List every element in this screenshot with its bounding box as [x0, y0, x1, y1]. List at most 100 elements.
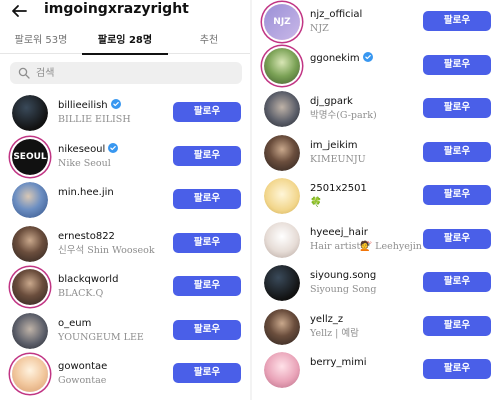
following-row[interactable]: yellz_z Yellz | 예람 팔로우: [252, 307, 500, 347]
account-display-name: BILLIE EILISH: [58, 114, 131, 125]
avatar[interactable]: [264, 178, 300, 214]
follow-button[interactable]: 팔로우: [423, 272, 491, 292]
following-row[interactable]: 2501x2501 🍀 팔로우: [252, 176, 500, 216]
follow-button[interactable]: 팔로우: [173, 232, 241, 253]
following-row[interactable]: o_eum YOUNGEUM LEE 팔로우: [0, 311, 250, 351]
follow-button[interactable]: 팔로우: [423, 228, 491, 249]
avatar[interactable]: [264, 134, 300, 171]
following-row[interactable]: im_jeikim KIMEUNJU 팔로우: [252, 133, 500, 173]
account-handle[interactable]: im_jeikim: [310, 139, 358, 152]
following-row[interactable]: NJZ njz_official NJZ 팔로우: [252, 2, 500, 42]
account-handle[interactable]: 2501x2501: [310, 182, 367, 195]
account-handle[interactable]: berry_mimi: [310, 356, 367, 369]
account-display-name: Siyoung Song: [310, 284, 377, 295]
following-row[interactable]: ggonekim 팔로우: [252, 46, 500, 86]
account-handle-text: njz_official: [310, 9, 363, 20]
follow-button[interactable]: 팔로우: [423, 185, 491, 205]
account-handle[interactable]: nikeseoul: [58, 142, 119, 156]
search-icon: [18, 67, 30, 79]
account-handle[interactable]: siyoung.song: [310, 269, 376, 282]
avatar[interactable]: [12, 312, 48, 349]
avatar-image: [12, 269, 48, 305]
account-handle[interactable]: yellz_z: [310, 313, 343, 326]
follow-button[interactable]: 팔로우: [173, 102, 241, 122]
search-bar[interactable]: [10, 62, 242, 84]
follow-button[interactable]: 팔로우: [173, 363, 241, 383]
tab-followers[interactable]: 팔로워 53명: [0, 28, 82, 54]
avatar[interactable]: [12, 225, 48, 262]
avatar-image: [264, 178, 300, 214]
avatar[interactable]: NJZ: [264, 4, 300, 40]
follow-button[interactable]: 팔로우: [423, 11, 491, 31]
follow-tabs: 팔로워 53명 팔로잉 28명 추천: [0, 28, 250, 55]
avatar[interactable]: [264, 47, 300, 84]
following-row[interactable]: billieeilish BILLIE EILISH 팔로우: [0, 93, 250, 133]
account-handle-text: im_jeikim: [310, 139, 358, 151]
avatar-image: [264, 134, 300, 171]
follow-button[interactable]: 팔로우: [423, 359, 491, 379]
following-row[interactable]: gowontae Gowontae 팔로우: [0, 354, 250, 394]
account-handle[interactable]: hyeeej_hair: [310, 226, 368, 239]
avatar-image: [12, 312, 48, 349]
account-handle[interactable]: dj_gpark: [310, 95, 353, 108]
avatar-image: [12, 356, 48, 392]
account-handle-text: hyeeej_hair: [310, 226, 368, 238]
avatar[interactable]: [264, 352, 300, 388]
account-handle-text: siyoung.song: [310, 270, 377, 281]
tab-following[interactable]: 팔로잉 28명: [82, 28, 168, 55]
follow-button[interactable]: 팔로우: [173, 145, 241, 166]
account-handle[interactable]: ggonekim: [310, 51, 373, 65]
avatar[interactable]: [264, 265, 300, 301]
following-row[interactable]: ernesto822 신우석 Shin Wooseok 팔로우: [0, 224, 250, 264]
avatar[interactable]: [12, 182, 48, 218]
following-row[interactable]: hyeeej_hair Hair artist💇 Leehyejin 팔로우: [252, 220, 500, 260]
avatar-image: [264, 221, 300, 258]
account-handle[interactable]: billieeilish: [58, 99, 121, 112]
following-list-panel-left: imgoingxrazyright 팔로워 53명 팔로잉 28명 추천 bil…: [0, 0, 250, 400]
follow-button[interactable]: 팔로우: [423, 54, 491, 75]
account-display-name: YOUNGEUM LEE: [58, 331, 144, 343]
avatar[interactable]: [12, 95, 48, 131]
following-row[interactable]: dj_gpark 박명수(G-park) 팔로우: [252, 89, 500, 129]
account-handle-text: 2501x2501: [310, 183, 367, 194]
account-handle[interactable]: blackqworld: [58, 273, 118, 286]
account-display-name: 박명수(G-park): [310, 110, 377, 121]
follow-button[interactable]: 팔로우: [173, 319, 241, 340]
account-handle-text: min.hee.jin: [58, 187, 114, 198]
follow-button[interactable]: 팔로우: [173, 189, 241, 209]
avatar-image: [264, 91, 300, 127]
account-handle[interactable]: o_eum: [58, 317, 91, 330]
follow-button[interactable]: 팔로우: [423, 98, 491, 118]
search-input[interactable]: [36, 62, 236, 84]
account-handle[interactable]: ernesto822: [58, 230, 115, 243]
following-row[interactable]: min.hee.jin 팔로우: [0, 180, 250, 220]
avatar-image: [264, 308, 300, 345]
account-handle-text: berry_mimi: [310, 357, 367, 368]
avatar-image: [12, 182, 48, 218]
following-row[interactable]: SEOUL nikeseoul Nike Seoul 팔로우: [0, 137, 250, 177]
follow-button[interactable]: 팔로우: [173, 276, 241, 296]
tab-suggested[interactable]: 추천: [168, 28, 250, 54]
account-display-name: NJZ: [310, 23, 329, 34]
account-handle-text: nikeseoul: [58, 143, 106, 155]
avatar-image: [12, 225, 48, 262]
verified-badge-icon: [108, 142, 119, 153]
avatar[interactable]: SEOUL: [12, 138, 48, 175]
follow-button[interactable]: 팔로우: [423, 315, 491, 336]
account-handle[interactable]: min.hee.jin: [58, 186, 114, 199]
following-row[interactable]: berry_mimi 팔로우: [252, 350, 500, 390]
following-row[interactable]: blackqworld BLACK.Q 팔로우: [0, 267, 250, 307]
account-handle[interactable]: njz_official: [310, 8, 362, 21]
account-display-name: 🍀: [310, 197, 322, 208]
avatar[interactable]: [264, 308, 300, 345]
follow-button[interactable]: 팔로우: [423, 141, 491, 162]
back-arrow-icon[interactable]: [10, 2, 28, 20]
avatar[interactable]: [264, 221, 300, 258]
avatar[interactable]: [12, 356, 48, 392]
account-handle[interactable]: gowontae: [58, 360, 107, 373]
following-row[interactable]: siyoung.song Siyoung Song 팔로우: [252, 263, 500, 303]
avatar[interactable]: [264, 91, 300, 127]
avatar[interactable]: [12, 269, 48, 305]
verified-badge-icon: [110, 99, 121, 109]
account-display-name: 신우석 Shin Wooseok: [58, 244, 155, 256]
